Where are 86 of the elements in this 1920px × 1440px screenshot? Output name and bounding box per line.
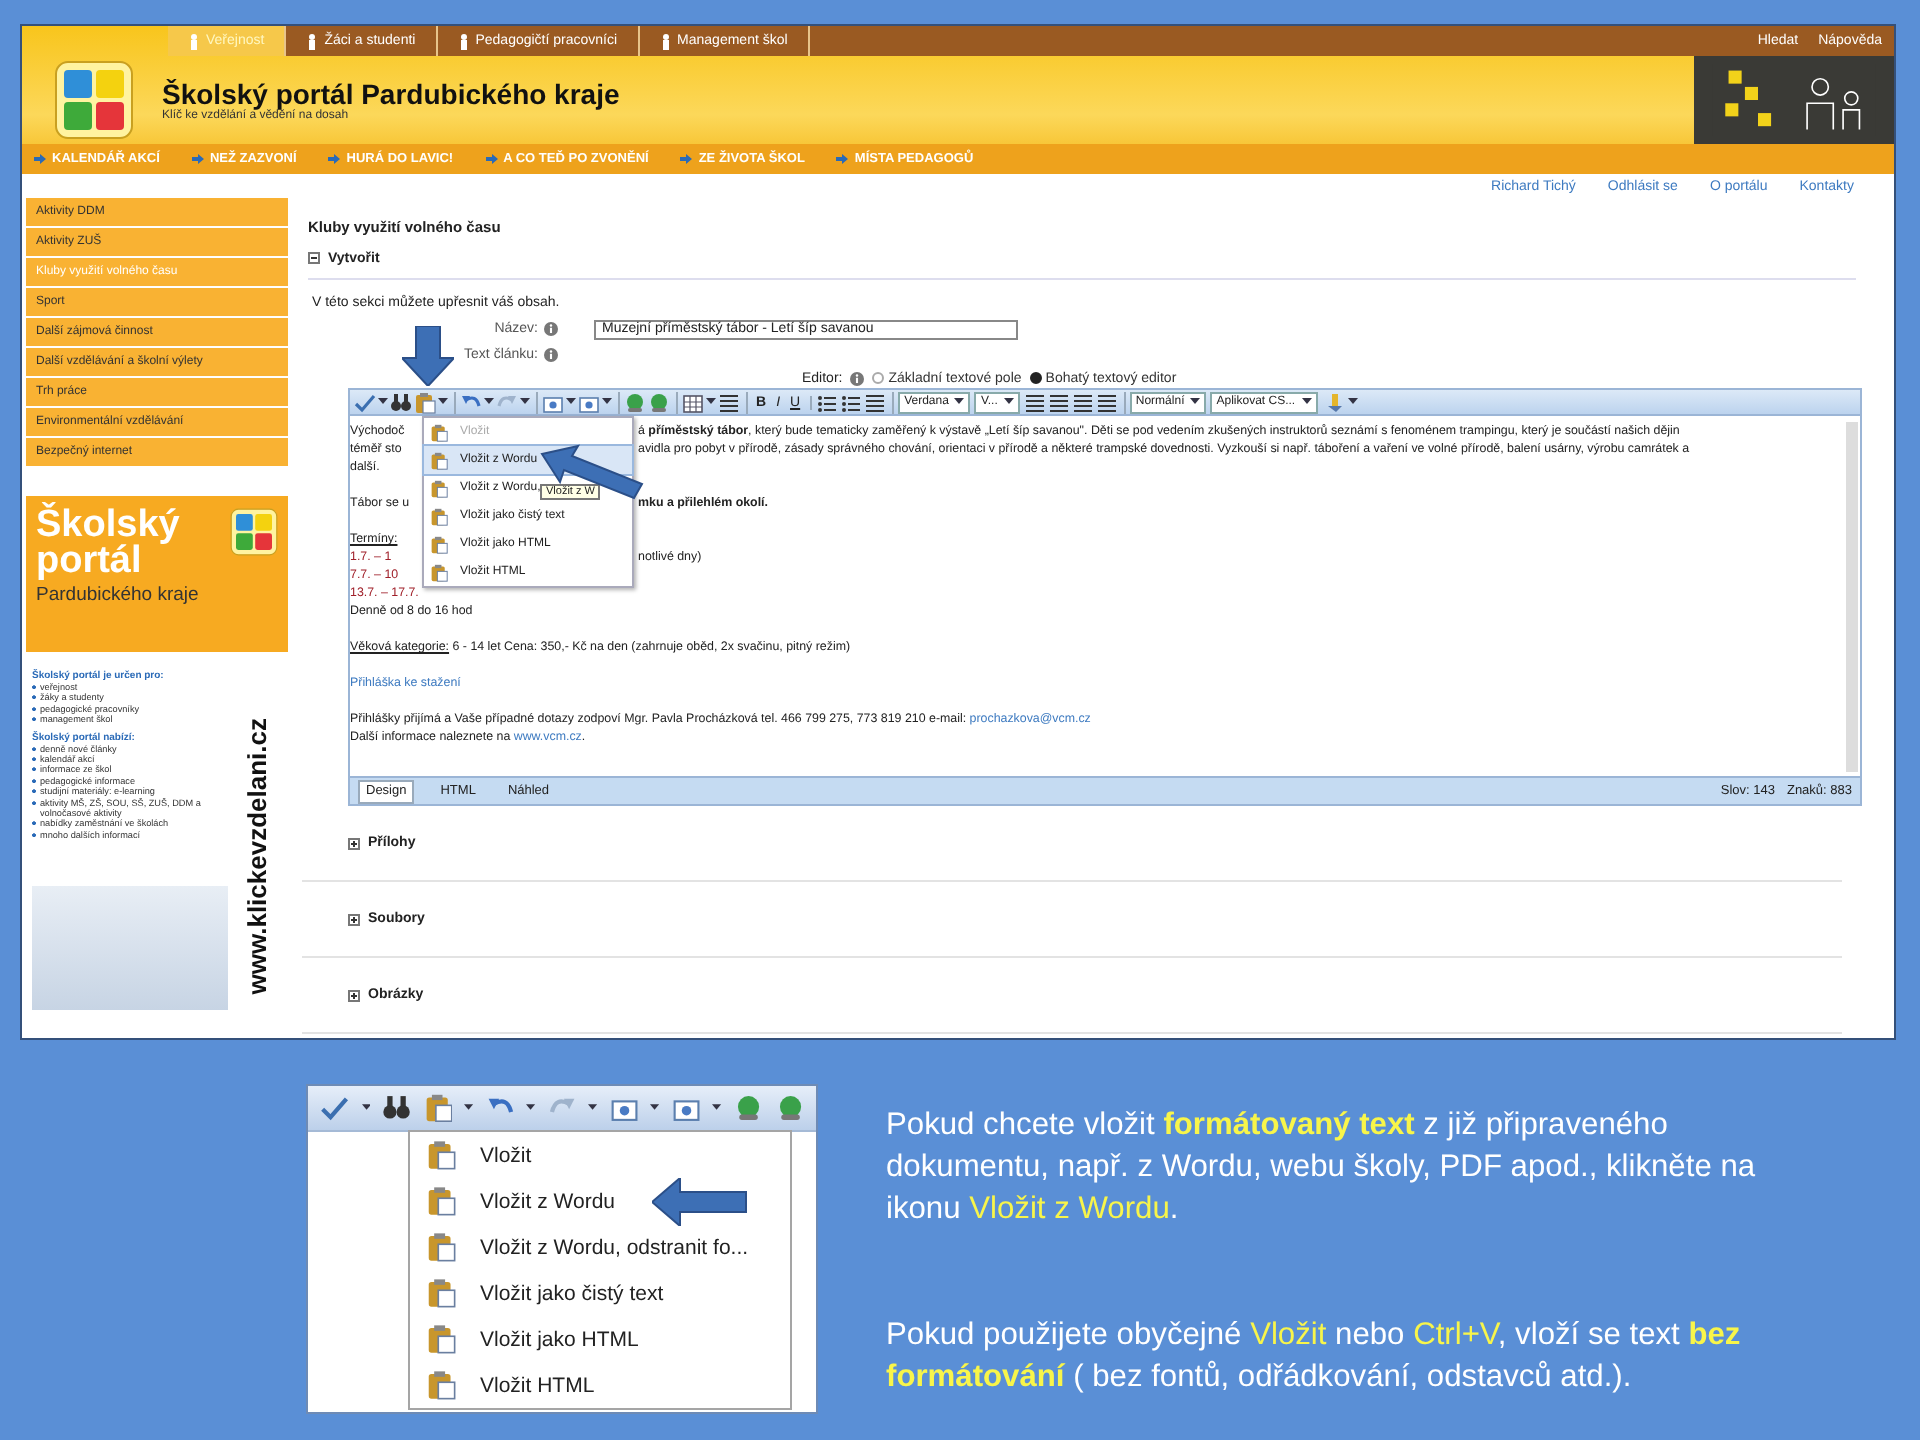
clipboard-icon[interactable] (426, 1278, 456, 1308)
arrow-icon (836, 154, 849, 164)
caret-icon[interactable] (588, 1104, 598, 1112)
info-icon[interactable] (544, 348, 558, 362)
person-icon (188, 33, 200, 49)
clipboard-icon[interactable] (430, 535, 448, 553)
binoculars-icon[interactable] (390, 391, 412, 413)
caret-icon[interactable] (602, 398, 612, 406)
globe-icon[interactable] (775, 1092, 805, 1124)
globe-icon[interactable] (734, 1092, 764, 1124)
clipboard-icon[interactable] (430, 451, 448, 469)
arrow-icon (191, 154, 204, 164)
caret-icon[interactable] (1301, 398, 1312, 406)
clipboard-icon[interactable] (414, 391, 436, 413)
clipboard-icon[interactable] (430, 507, 448, 525)
info-icon[interactable] (544, 322, 558, 336)
clipboard-icon[interactable] (430, 563, 448, 581)
info-icon[interactable] (850, 371, 865, 385)
table-icon[interactable] (682, 391, 704, 413)
clipboard-icon[interactable] (430, 479, 448, 497)
caret-icon[interactable] (1190, 398, 1201, 406)
banner-url: www.klickevzdelani.cz (240, 715, 274, 999)
menu-item[interactable]: Vložit z Wordu, odstranit fo... (410, 1224, 790, 1270)
clipboard-icon[interactable] (426, 1232, 456, 1262)
editor-area[interactable] (348, 416, 1862, 776)
scrollbar[interactable] (1846, 422, 1858, 772)
caret-icon[interactable] (526, 1104, 536, 1112)
person-icon (306, 33, 319, 49)
instruction-text: Pokud chcete vložit formátovaný text z již připraveného dokumentu, např. z Wordu, webu školy, PDF apod., klikněte na ikonu Vložit z Wordu. (886, 1106, 1758, 1230)
puzzle-logo (54, 60, 134, 140)
pointer-arrow (652, 1178, 748, 1226)
clipboard-icon[interactable] (426, 1186, 456, 1216)
align-icon[interactable] (1095, 391, 1118, 413)
expand-icon[interactable] (348, 913, 360, 925)
align-icon[interactable] (718, 391, 740, 413)
align-icon[interactable] (864, 391, 887, 413)
image-icon[interactable] (542, 391, 564, 413)
caret-icon[interactable] (954, 398, 965, 406)
caret-icon[interactable] (1003, 398, 1014, 406)
caret-icon[interactable] (706, 398, 716, 406)
align-icon[interactable] (1047, 391, 1070, 413)
caret-icon[interactable] (484, 398, 494, 406)
menu-item[interactable]: Vložit z Wordu (410, 1178, 790, 1224)
collapse-icon[interactable] (308, 252, 320, 264)
spellcheck-icon[interactable] (320, 1092, 350, 1124)
pointer-arrow (402, 326, 454, 386)
arrow-icon (34, 154, 46, 164)
globe-icon[interactable] (648, 391, 670, 413)
align-icon[interactable] (1023, 391, 1046, 413)
clipboard-icon[interactable] (426, 1324, 456, 1354)
arrow-icon (680, 154, 693, 164)
globe-icon[interactable] (624, 391, 646, 413)
caret-icon[interactable] (1347, 398, 1358, 406)
caret-icon[interactable] (464, 1104, 474, 1112)
radio-button[interactable] (872, 372, 885, 384)
puzzle-logo (230, 508, 278, 556)
arrow-icon (328, 154, 341, 164)
caret-icon[interactable] (361, 1104, 371, 1112)
spellcheck-icon[interactable] (354, 391, 376, 413)
caret-icon[interactable] (650, 1104, 660, 1112)
image-icon[interactable] (578, 391, 600, 413)
person-icon (457, 33, 470, 49)
menu-item[interactable]: Vložit jako čistý text (410, 1270, 790, 1316)
binoculars-icon[interactable] (382, 1092, 412, 1124)
arrow-icon (485, 154, 498, 164)
menu-item[interactable]: Vložit (410, 1132, 790, 1178)
clipboard-icon[interactable] (426, 1370, 456, 1400)
site-title: Školský portál Pardubického kraje (162, 78, 622, 110)
list-icon[interactable] (840, 391, 863, 413)
banner-subtitle: Pardubického kraje (36, 584, 199, 606)
person-icon (659, 33, 672, 49)
instruction-text: Pokud použijete obyčejné Vložit nebo Ctrl+V, vloží se text bez formátování ( bez fontů, odřádkování, odstavců atd.). (886, 1316, 1743, 1398)
caret-icon[interactable] (712, 1104, 722, 1112)
caret-icon[interactable] (566, 398, 576, 406)
radio-button[interactable] (1029, 372, 1042, 384)
align-icon[interactable] (1071, 391, 1094, 413)
caret-icon[interactable] (520, 398, 530, 406)
expand-icon[interactable] (348, 837, 360, 849)
menu-item[interactable]: Vložit jako HTML (410, 1316, 790, 1362)
caret-icon[interactable] (378, 398, 388, 406)
expand-icon[interactable] (348, 989, 360, 1001)
caret-icon[interactable] (438, 398, 448, 406)
clipboard-icon[interactable] (426, 1140, 456, 1170)
list-icon[interactable] (816, 391, 839, 413)
clipboard-icon[interactable] (423, 1092, 453, 1124)
menu-item[interactable]: Vložit HTML (410, 1362, 790, 1408)
